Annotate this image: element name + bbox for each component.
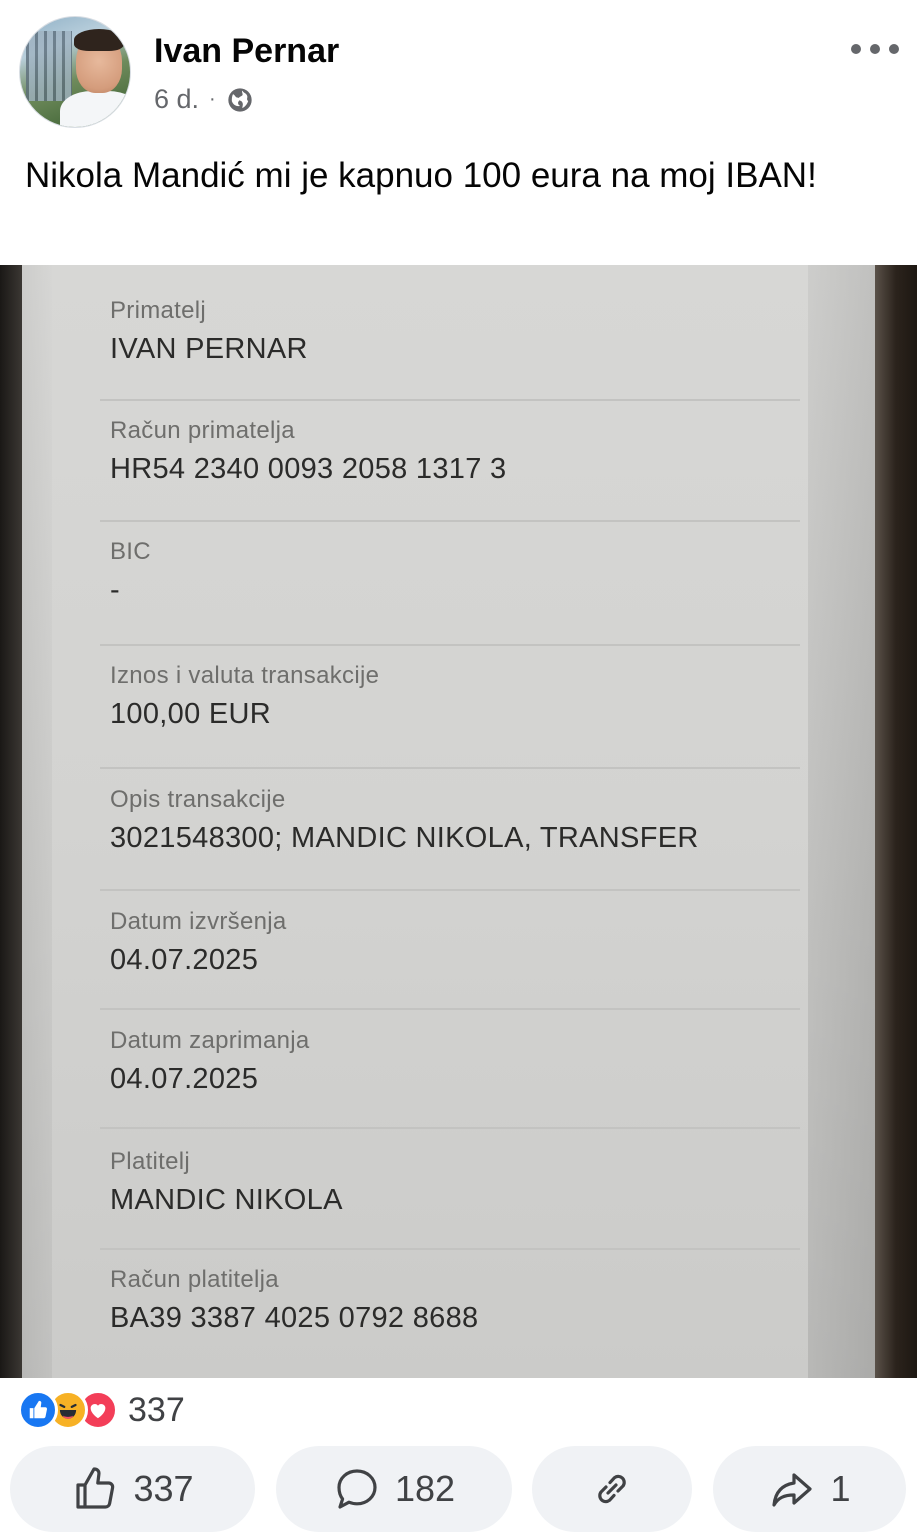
comment-count: 182 bbox=[394, 1468, 456, 1509]
receipt-divider bbox=[100, 520, 800, 522]
avatar-hair bbox=[74, 29, 124, 51]
receipt-value: 3021548300; MANDIC NIKOLA, TRANSFER bbox=[110, 822, 699, 854]
receipt-value: HR54 2340 0093 2058 1317 3 bbox=[110, 453, 507, 485]
receipt-value: BA39 3387 4025 0792 8688 bbox=[110, 1302, 479, 1334]
comment-button[interactable]: 182 bbox=[276, 1446, 512, 1532]
receipt-value: 04.07.2025 bbox=[110, 1063, 259, 1095]
avatar-background-building bbox=[26, 31, 72, 101]
receipt-divider bbox=[100, 1127, 800, 1129]
receipt-label: Platitelj bbox=[110, 1148, 191, 1175]
reaction-count: 337 bbox=[128, 1390, 185, 1429]
more-dot-icon bbox=[851, 44, 861, 54]
receipt-divider bbox=[100, 1248, 800, 1250]
post-meta: 6 d. · bbox=[154, 84, 254, 115]
like-icon bbox=[18, 1390, 58, 1430]
receipt-field-description: Opis transakcije 3021548300; MANDIC NIKO… bbox=[110, 786, 699, 855]
more-dot-icon bbox=[889, 44, 899, 54]
post-time[interactable]: 6 d. bbox=[154, 84, 199, 115]
phone-frame-left bbox=[0, 265, 22, 1378]
more-dot-icon bbox=[870, 44, 880, 54]
post-header: Ivan Pernar 6 d. · bbox=[0, 0, 917, 140]
receipt-label: Račun platitelja bbox=[110, 1266, 279, 1293]
receipt-label: Datum izvršenja bbox=[110, 908, 287, 935]
receipt-field-payer: Platitelj MANDIC NIKOLA bbox=[110, 1148, 343, 1217]
receipt-field-bic: BIC - bbox=[110, 538, 151, 607]
receipt-label: Opis transakcije bbox=[110, 786, 286, 813]
thumbs-up-icon bbox=[76, 1467, 115, 1509]
receipt-divider bbox=[100, 889, 800, 891]
post-action-bar: 337 182 1 bbox=[0, 1444, 917, 1536]
receipt-divider bbox=[100, 1008, 800, 1010]
author-avatar[interactable] bbox=[19, 16, 131, 128]
more-options-button[interactable] bbox=[851, 34, 899, 64]
globe-icon[interactable] bbox=[226, 86, 254, 114]
copy-link-button[interactable] bbox=[532, 1446, 692, 1532]
like-button[interactable]: 337 bbox=[10, 1446, 255, 1532]
share-count: 1 bbox=[830, 1468, 851, 1509]
avatar-shirt bbox=[60, 91, 130, 127]
post-text: Nikola Mandić mi je kapnuo 100 eura na m… bbox=[25, 156, 817, 195]
receipt-label: Datum zaprimanja bbox=[110, 1027, 310, 1054]
meta-separator: · bbox=[209, 88, 216, 110]
receipt-label: Primatelj bbox=[110, 297, 207, 324]
receipt-label: Račun primatelja bbox=[110, 417, 295, 444]
receipt-field-recipient: Primatelj IVAN PERNAR bbox=[110, 297, 308, 366]
receipt-field-execution-date: Datum izvršenja 04.07.2025 bbox=[110, 908, 287, 977]
author-name[interactable]: Ivan Pernar bbox=[154, 32, 339, 71]
post-photo[interactable]: Primatelj IVAN PERNAR Račun primatelja H… bbox=[0, 265, 917, 1378]
like-count: 337 bbox=[133, 1468, 194, 1509]
receipt-divider bbox=[100, 644, 800, 646]
receipt-value: 04.07.2025 bbox=[110, 944, 259, 976]
receipt-value: - bbox=[110, 574, 120, 606]
phone-frame-right bbox=[875, 265, 917, 1378]
receipt-field-payer-account: Račun platitelja BA39 3387 4025 0792 868… bbox=[110, 1266, 478, 1335]
share-button[interactable]: 1 bbox=[713, 1446, 906, 1532]
receipt-divider bbox=[100, 767, 800, 769]
receipt-value: IVAN PERNAR bbox=[110, 333, 308, 365]
share-arrow-icon bbox=[772, 1473, 813, 1507]
receipt-label: Iznos i valuta transakcije bbox=[110, 662, 380, 689]
receipt-field-recipient-account: Račun primatelja HR54 2340 0093 2058 131… bbox=[110, 417, 506, 486]
link-icon bbox=[598, 1474, 626, 1504]
receipt-field-amount: Iznos i valuta transakcije 100,00 EUR bbox=[110, 662, 379, 731]
receipt-divider bbox=[100, 399, 800, 401]
reactions-summary[interactable]: 337 bbox=[18, 1388, 185, 1432]
receipt-value: 100,00 EUR bbox=[110, 698, 271, 730]
receipt-value: MANDIC NIKOLA bbox=[110, 1184, 343, 1216]
receipt-field-received-date: Datum zaprimanja 04.07.2025 bbox=[110, 1027, 310, 1096]
comment-icon bbox=[337, 1469, 377, 1509]
receipt-label: BIC bbox=[110, 538, 151, 565]
